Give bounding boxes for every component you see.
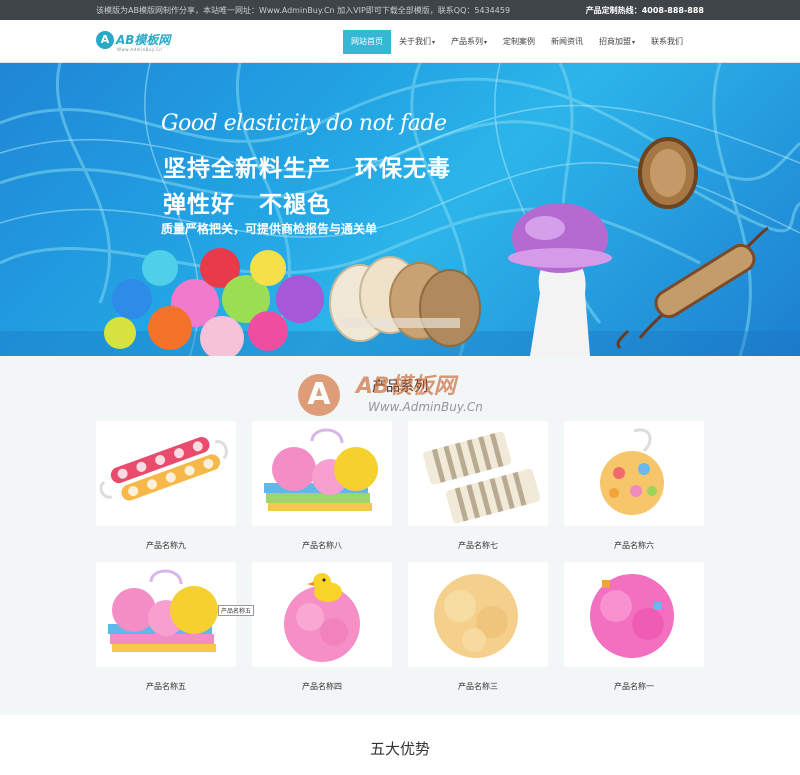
product-card[interactable]: 产品名称五 (96, 562, 236, 692)
advantages-section: 五大优势 (0, 715, 800, 775)
banner-headline-2: 弹性好 不褪色 (163, 192, 331, 218)
watermark-logo: A AB模板网 Www.AdminBuy.Cn (298, 356, 528, 426)
product-image[interactable] (96, 562, 236, 667)
product-name[interactable]: 产品名称三 (408, 681, 548, 692)
bath-sponge-set-icon (108, 569, 218, 652)
bath-brush-illustration (638, 137, 698, 209)
site-logo[interactable]: A AB模板网 Www.AdminBuy.Cn (96, 30, 176, 56)
bath-puff-icon (590, 574, 674, 658)
nav-home[interactable]: 网站首页 (343, 30, 391, 54)
nav-products[interactable]: 产品系列▾ (443, 30, 495, 54)
nav-home-label: 网站首页 (351, 37, 383, 46)
product-card[interactable]: 产品名称八 (252, 421, 392, 551)
products-section: 产品系列 A AB模板网 Www.AdminBuy.Cn 产品名称九 产品名称八… (0, 356, 800, 715)
product-name[interactable]: 产品名称九 (96, 540, 236, 551)
product-image[interactable] (564, 562, 704, 667)
logo-text: AB模板网 (116, 33, 171, 47)
product-card[interactable]: 产品名称七 (408, 421, 548, 551)
bath-mitts-illustration (329, 256, 481, 347)
duck-puff-icon (284, 573, 360, 662)
bath-towel-icon (423, 431, 540, 524)
hero-banner[interactable]: Good elasticity do not fade 坚持全新料生产 环保无毒… (0, 63, 800, 356)
hotline: 产品定制热线：4008-888-888 (586, 5, 704, 16)
banner-background-illustration (0, 63, 800, 356)
logo-badge: A (96, 31, 114, 49)
product-image[interactable] (252, 421, 392, 526)
hotline-label: 产品定制热线： (585, 6, 642, 15)
product-name[interactable]: 产品名称八 (252, 540, 392, 551)
chevron-down-icon: ▾ (484, 39, 488, 46)
hotline-number: 4008-888-888 (641, 6, 704, 15)
nav-cases-label: 定制案例 (503, 37, 536, 46)
product-card[interactable]: 产品名称四 (252, 562, 392, 692)
tooltip: 产品名称五 (218, 605, 255, 616)
product-name[interactable]: 产品名称六 (564, 540, 704, 551)
product-card[interactable]: 产品名称六 (564, 421, 704, 551)
watermark-text: AB模板网 (356, 374, 456, 399)
banner-english-slogan: Good elasticity do not fade (161, 111, 447, 136)
product-image[interactable] (408, 562, 548, 667)
nav-franchise-label: 招商加盟 (599, 37, 632, 46)
chevron-down-icon: ▾ (432, 39, 436, 46)
nav-franchise[interactable]: 招商加盟▾ (591, 30, 643, 54)
nav-contact-label: 联系我们 (651, 37, 684, 46)
site-header: A AB模板网 Www.AdminBuy.Cn 网站首页 关于我们▾ 产品系列▾… (0, 20, 800, 63)
bath-sponge-set-icon (264, 428, 378, 511)
product-card[interactable]: 产品名称三 (408, 562, 548, 692)
watermark-letter: A (307, 377, 331, 412)
banner-headline-1: 坚持全新料生产 环保无毒 (163, 156, 451, 182)
nav-contact[interactable]: 联系我们 (643, 30, 691, 54)
bath-ball-icon (600, 428, 664, 515)
nav-about[interactable]: 关于我们▾ (391, 30, 443, 54)
nav-news[interactable]: 新闻资讯 (543, 30, 591, 54)
chevron-down-icon: ▾ (632, 39, 636, 46)
bath-puff-icon (434, 574, 518, 658)
product-image[interactable] (252, 562, 392, 667)
top-notice: 该模版为AB模版网制作分享，本站唯一网址：Www.AdminBuy.Cn 加入V… (96, 6, 511, 15)
bath-strap-icon (99, 436, 228, 501)
product-image[interactable] (96, 421, 236, 526)
advantages-title: 五大优势 (369, 740, 430, 758)
nav-about-label: 关于我们 (399, 37, 431, 46)
nav-products-label: 产品系列 (451, 37, 484, 46)
watermark-badge: A (298, 374, 340, 416)
main-nav: 网站首页 关于我们▾ 产品系列▾ 定制案例 新闻资讯 招商加盟▾ 联系我们 (343, 30, 691, 54)
product-image[interactable] (408, 421, 548, 526)
nav-cases[interactable]: 定制案例 (495, 30, 543, 54)
product-name[interactable]: 产品名称四 (252, 681, 392, 692)
watermark-url: Www.AdminBuy.Cn (368, 400, 483, 414)
product-image[interactable] (564, 421, 704, 526)
nav-news-label: 新闻资讯 (551, 37, 584, 46)
product-name[interactable]: 产品名称一 (564, 681, 704, 692)
logo-subtitle: Www.AdminBuy.Cn (117, 47, 163, 52)
product-card[interactable]: 产品名称九 (96, 421, 236, 551)
product-card[interactable]: 产品名称一 (564, 562, 704, 692)
product-name[interactable]: 产品名称七 (408, 540, 548, 551)
product-name[interactable]: 产品名称五 (96, 681, 236, 692)
banner-subline: 质量严格把关，可提供商检报告与通关单 (161, 222, 378, 236)
top-bar: 该模版为AB模版网制作分享，本站唯一网址：Www.AdminBuy.Cn 加入V… (0, 0, 800, 20)
